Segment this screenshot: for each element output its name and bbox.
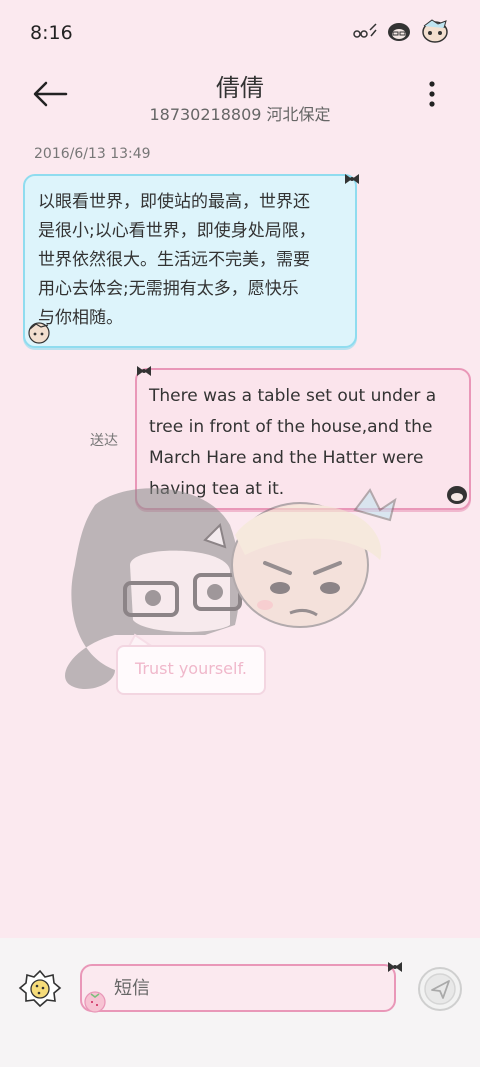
incoming-message-bubble[interactable]: 以眼看世界，即使站的最高，世界还 是很小;以心看世界，即使身处局限， 世界依然很… [23, 174, 359, 348]
text-line: tree in front of the house,and the [149, 417, 433, 437]
message-timestamp: 2016/6/13 13:49 [34, 146, 151, 162]
girl-avatar-icon [388, 23, 410, 41]
bow-icon [345, 174, 359, 184]
sender-avatar-icon [28, 322, 50, 344]
status-bar: 8:16 [0, 0, 480, 68]
cookie-icon[interactable] [18, 968, 62, 1008]
bow-icon [388, 962, 402, 972]
contact-number-location: 18730218809 河北保定 [149, 105, 331, 124]
boy-avatar-icon [422, 19, 448, 43]
more-vertical-icon[interactable] [422, 80, 442, 108]
incoming-message-text: 以眼看世界，即使站的最高，世界还 是很小;以心看世界，即使身处局限， 世界依然很… [38, 188, 350, 333]
send-icon[interactable] [417, 966, 463, 1012]
strawberry-icon [84, 991, 106, 1013]
status-icons [352, 18, 450, 44]
trust-yourself-caption: Trust yourself. [135, 659, 247, 678]
text-line: 与你相随。 [38, 308, 123, 328]
text-line: 世界依然很大。生活远不完美，需要 [38, 250, 310, 270]
status-time: 8:16 [30, 22, 73, 44]
conversation-header: 倩倩 18730218809 河北保定 [0, 68, 480, 138]
text-line: March Hare and the Hatter were [149, 448, 424, 468]
composer-bar [0, 938, 480, 1067]
trust-yourself-card: Trust yourself. [116, 645, 266, 695]
contact-name: 倩倩 [216, 74, 264, 102]
text-line: There was a table set out under a [149, 386, 437, 406]
battery-doodle-icon [353, 23, 377, 38]
message-input[interactable] [80, 964, 396, 1012]
delivery-status: 送达 [90, 433, 118, 449]
bow-icon [137, 366, 151, 376]
text-line: 以眼看世界，即使站的最高，世界还 [38, 192, 310, 212]
my-avatar-icon [447, 486, 467, 504]
text-line: 用心去体会;无需拥有太多，愿快乐 [38, 279, 299, 299]
text-line: 是很小;以心看世界，即使身处局限， [38, 221, 316, 241]
